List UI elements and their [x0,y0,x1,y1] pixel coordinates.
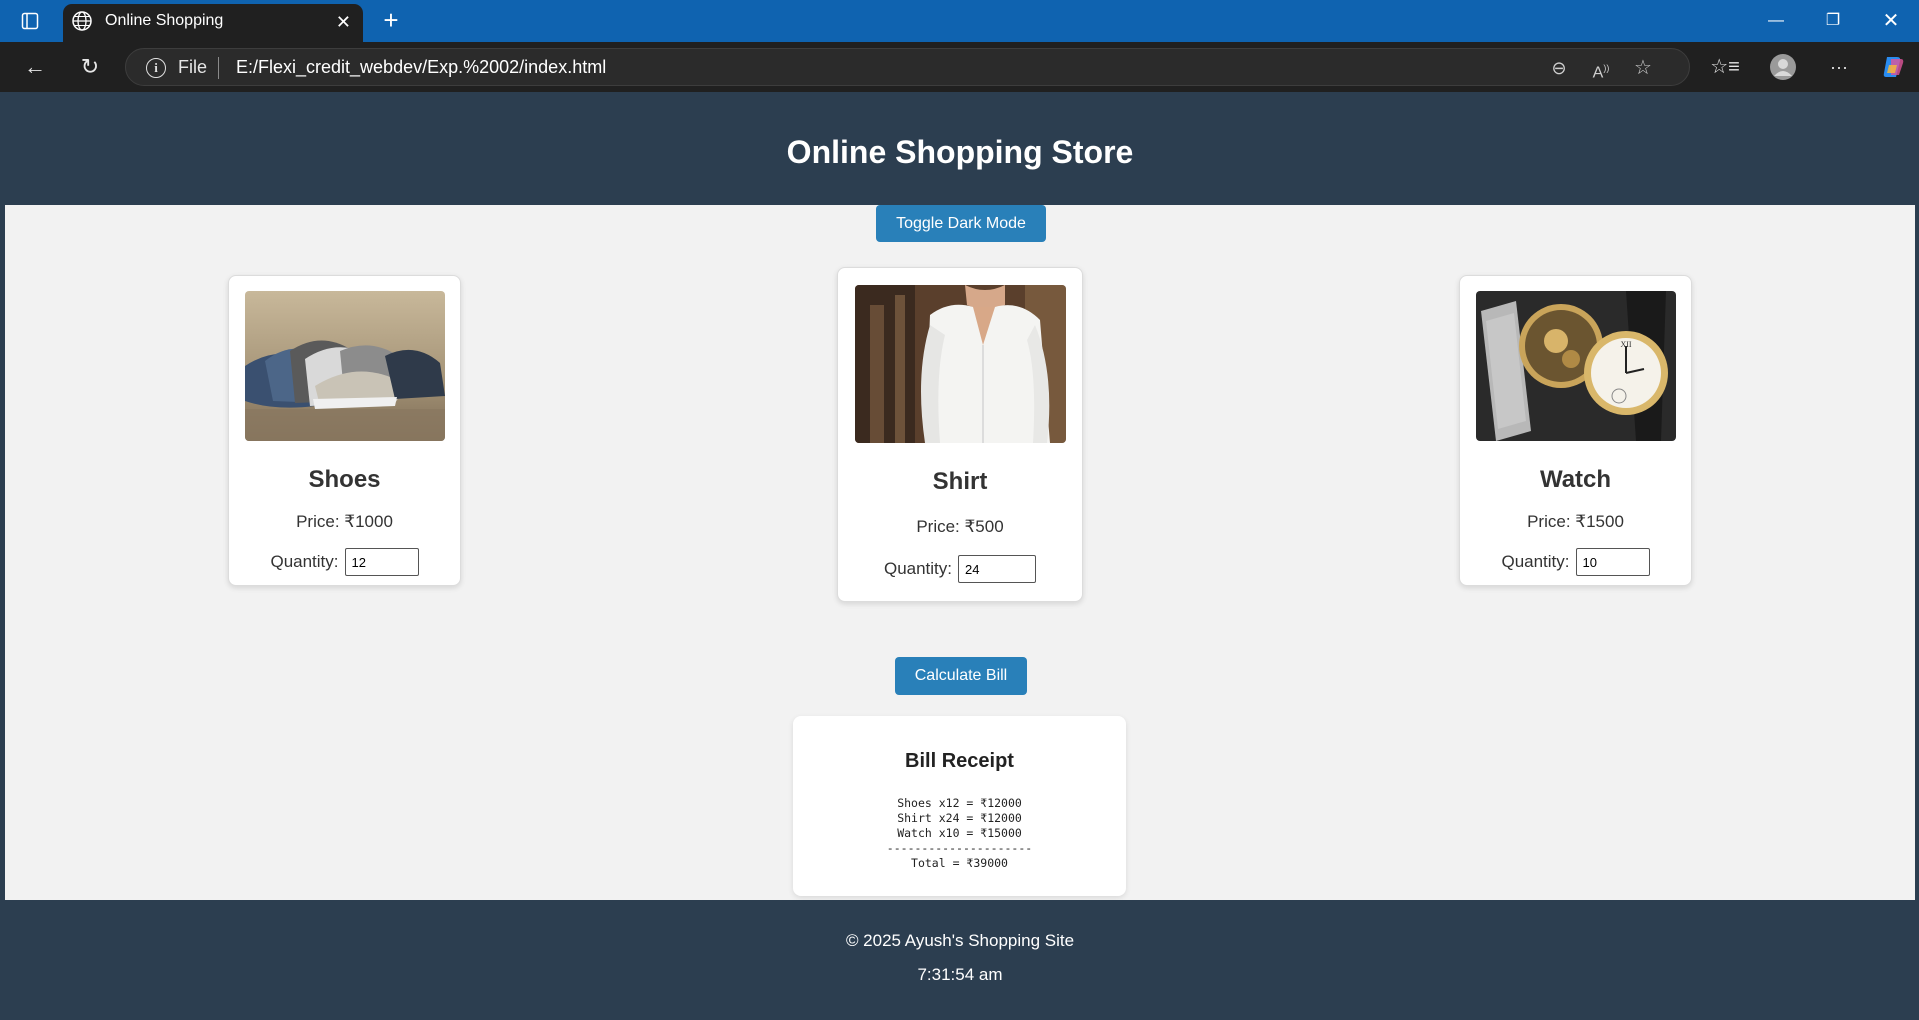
address-bar[interactable]: i File E:/Flexi_credit_webdev/Exp.%2002/… [125,48,1690,86]
shirt-quantity-input[interactable] [958,555,1037,583]
profile-icon[interactable] [1768,53,1798,81]
read-aloud-icon[interactable]: A)) [1587,55,1615,81]
minimize-icon[interactable]: — [1756,8,1796,34]
quantity-row: Quantity: [838,555,1082,583]
favorites-icon[interactable]: ☆≡ [1710,53,1740,81]
quantity-label: Quantity: [1501,552,1570,571]
web-page: Online Shopping Store Toggle Dark Mode S… [5,92,1915,1016]
quantity-row: Quantity: [1460,548,1691,576]
product-name: Shirt [932,468,988,495]
url-text[interactable]: E:/Flexi_credit_webdev/Exp.%2002/index.h… [236,57,606,78]
active-tab[interactable]: Online Shopping ✕ [63,4,363,42]
watch-image: XII [1476,291,1676,441]
product-price: Price: ₹1500 [1527,512,1624,531]
star-icon[interactable]: ☆ [1629,55,1657,81]
browser-chrome: Online Shopping ✕ + — ❐ ✕ ← ↻ i File E:/… [0,0,1919,92]
site-header: Online Shopping Store [5,92,1915,205]
site-footer: © 2025 Ayush's Shopping Site 7:31:54 am [5,900,1915,1016]
tab-bar: Online Shopping ✕ + — ❐ ✕ [0,0,1919,42]
more-icon[interactable]: ··· [1824,53,1854,81]
watch-quantity-input[interactable] [1575,548,1650,576]
product-card-watch: XII Watch Price: ₹1500 Quantity: [1459,275,1692,586]
quantity-label: Quantity: [270,552,339,571]
toggle-dark-mode-button[interactable]: Toggle Dark Mode [876,205,1046,242]
plus-icon[interactable]: + [376,7,406,34]
product-name: Watch [1539,466,1612,493]
live-clock: 7:31:54 am [917,965,1003,984]
quantity-label: Quantity: [883,559,953,578]
refresh-icon[interactable]: ↻ [75,53,105,81]
calculate-bill-button[interactable]: Calculate Bill [895,657,1027,695]
globe-icon [71,10,95,34]
receipt-text: Shoes x12 = ₹12000 Shirt x24 = ₹12000 Wa… [886,796,1033,870]
quantity-row: Quantity: [229,548,460,576]
address-divider [218,57,219,79]
close-icon[interactable]: ✕ [336,12,351,32]
restore-icon[interactable]: ❐ [1813,8,1853,34]
product-name: Shoes [308,466,381,493]
navigation-bar: ← ↻ i File E:/Flexi_credit_webdev/Exp.%2… [0,42,1919,92]
shoes-image [245,291,445,441]
svg-text:XII: XII [1620,340,1631,349]
copilot-icon[interactable] [1878,53,1908,81]
sidebar-icon[interactable] [16,8,44,34]
product-card-shirt: Shirt Price: ₹500 Quantity: [837,267,1083,602]
page-title: Online Shopping Store [786,134,1134,170]
back-icon[interactable]: ← [20,53,50,81]
product-card-shoes: Shoes Price: ₹1000 Quantity: [228,275,461,586]
address-scheme: File [178,57,208,77]
receipt-title: Bill Receipt [905,750,1014,772]
info-icon[interactable]: i [146,58,166,78]
zoom-out-icon[interactable]: ⊖ [1545,55,1573,81]
tab-title: Online Shopping [105,12,224,29]
copyright-text: © 2025 Ayush's Shopping Site [845,931,1075,950]
window-close-icon[interactable]: ✕ [1871,8,1911,34]
shirt-image [855,285,1066,443]
product-price: Price: ₹500 [916,517,1004,536]
shoes-quantity-input[interactable] [344,548,419,576]
bill-receipt: Bill Receipt Shoes x12 = ₹12000 Shirt x2… [793,716,1126,896]
product-price: Price: ₹1000 [296,512,393,531]
